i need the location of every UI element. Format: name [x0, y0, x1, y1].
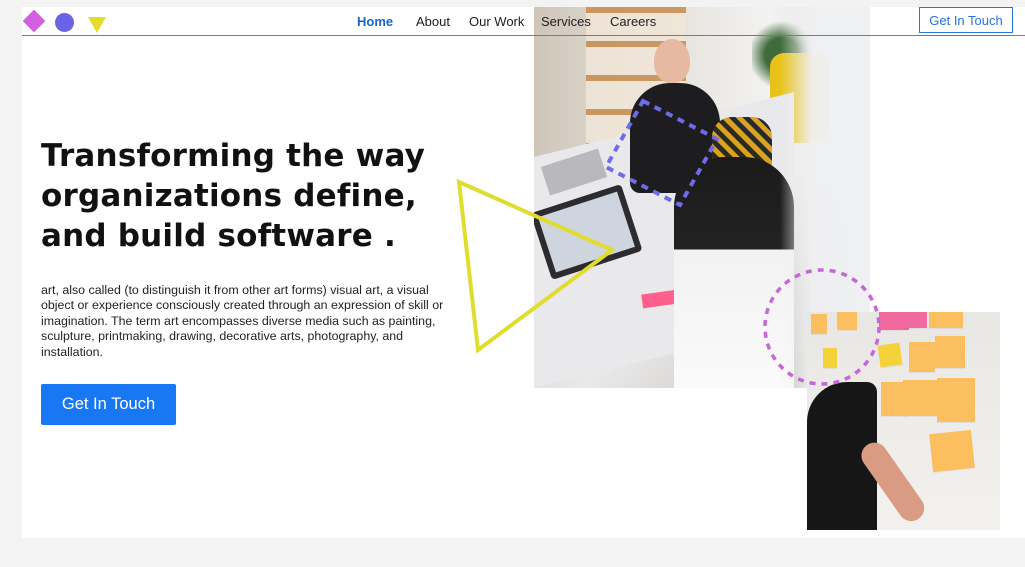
nav-link-services[interactable]: Services [541, 14, 591, 29]
nav-link-our-work[interactable]: Our Work [469, 14, 524, 29]
nav-link-careers[interactable]: Careers [610, 14, 656, 29]
hero-title: Transforming the way organizations defin… [41, 138, 426, 254]
nav-link-home[interactable]: Home [357, 14, 393, 29]
brand-logo[interactable] [22, 9, 112, 33]
diamond-shape-icon [22, 9, 46, 33]
nav-divider [22, 35, 1025, 36]
sticky-notes-photo [807, 312, 1000, 530]
landing-page: Home About Our Work Services Careers Get… [22, 7, 1025, 538]
circle-shape-icon [55, 13, 74, 32]
nav-get-in-touch-button[interactable]: Get In Touch [919, 7, 1013, 33]
top-navigation: Home About Our Work Services Careers Get… [22, 7, 1025, 36]
triangle-shape-icon [88, 17, 106, 33]
nav-link-about[interactable]: About [416, 14, 450, 29]
hero-get-in-touch-button[interactable]: Get In Touch [41, 384, 176, 425]
hero-description: art, also called (to distinguish it from… [41, 283, 444, 359]
